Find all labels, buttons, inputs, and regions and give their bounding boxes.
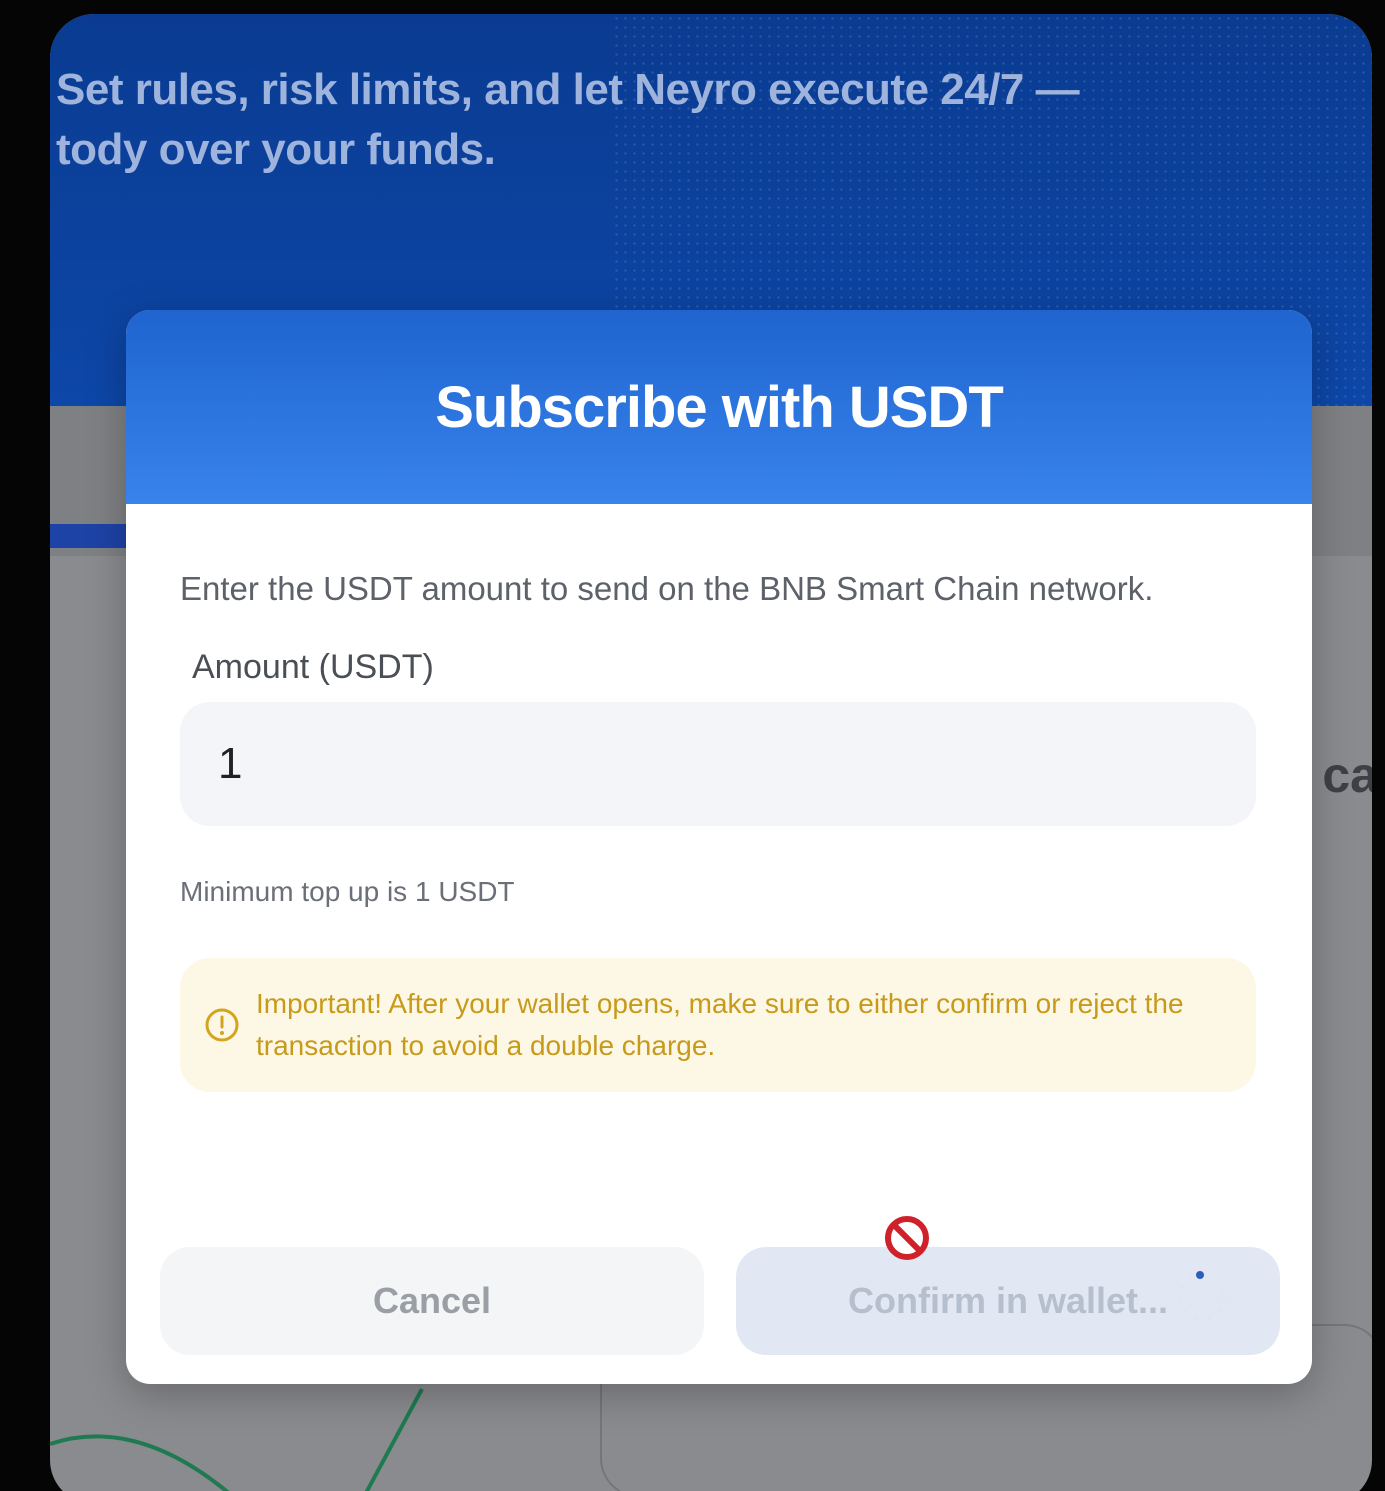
hero-text-line2: tody over your funds. [56, 125, 496, 174]
modal-body: Enter the USDT amount to send on the BNB… [126, 504, 1312, 1092]
modal-header: Subscribe with USDT [126, 310, 1312, 504]
loading-spinner-icon [1178, 1271, 1226, 1321]
subscribe-modal: Subscribe with USDT Enter the USDT amoun… [126, 310, 1312, 1384]
cancel-button[interactable]: Cancel [160, 1247, 704, 1355]
screen: Set rules, risk limits, and let Neyro ex… [0, 0, 1385, 1491]
minimum-hint: Minimum top up is 1 USDT [180, 876, 515, 907]
app-window: Set rules, risk limits, and let Neyro ex… [50, 14, 1372, 1491]
hero-text: Set rules, risk limits, and let Neyro ex… [56, 60, 1156, 180]
background-tab-indicator [50, 524, 130, 548]
amount-label: Amount (USDT) [192, 648, 434, 686]
background-heading-fragment: ca [1322, 747, 1372, 803]
confirm-label: Confirm in wallet... [847, 1280, 1169, 1321]
modal-actions: Cancel Confirm in wallet... [160, 1216, 1280, 1355]
info-circle-icon [205, 1008, 239, 1042]
hero-text-line1: Set rules, risk limits, and let Neyro ex… [56, 65, 1080, 114]
warning-box: Important! After your wallet opens, make… [180, 958, 1256, 1092]
not-allowed-cursor-icon [885, 1216, 929, 1260]
modal-title: Subscribe with USDT [435, 374, 1004, 440]
modal-description: Enter the USDT amount to send on the BNB… [180, 570, 1154, 607]
amount-input[interactable] [180, 702, 1256, 826]
warning-text: Important! After your wallet opens, make… [256, 988, 1184, 1061]
